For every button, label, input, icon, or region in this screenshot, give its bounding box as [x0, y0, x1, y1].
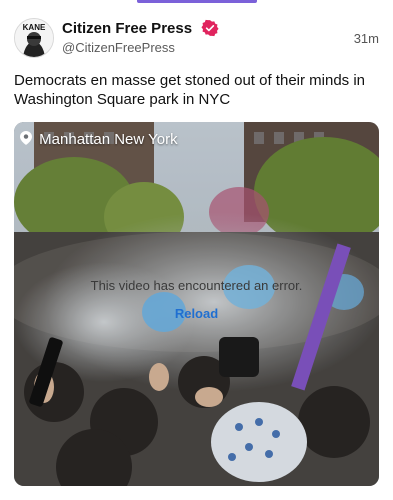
- author-block: Citizen Free Press @CitizenFreePress: [62, 19, 219, 55]
- video-error-message: This video has encountered an error.: [90, 278, 303, 293]
- location-pin-icon: [20, 131, 32, 147]
- avatar[interactable]: KANE: [14, 18, 54, 58]
- reload-label[interactable]: Reload: [171, 304, 222, 323]
- avatar-image: KANE: [15, 19, 53, 57]
- location-text: Manhattan New York: [39, 131, 178, 148]
- author-name[interactable]: Citizen Free Press: [62, 20, 192, 37]
- top-accent-bar: [137, 0, 257, 3]
- author-handle[interactable]: @CitizenFreePress: [62, 40, 219, 55]
- tweet-header: KANE Citizen Free Press @CitizenFreePres…: [14, 18, 379, 62]
- reload-button[interactable]: Reload: [14, 306, 379, 321]
- verified-badge-icon: [200, 19, 219, 37]
- video-player[interactable]: Manhattan New York This video has encoun…: [14, 122, 379, 486]
- timestamp[interactable]: 31m: [354, 31, 379, 46]
- tweet-text: Democrats en masse get stoned out of the…: [14, 72, 366, 108]
- location-tag: Manhattan New York: [20, 131, 178, 148]
- avatar-text: KANE: [23, 23, 46, 32]
